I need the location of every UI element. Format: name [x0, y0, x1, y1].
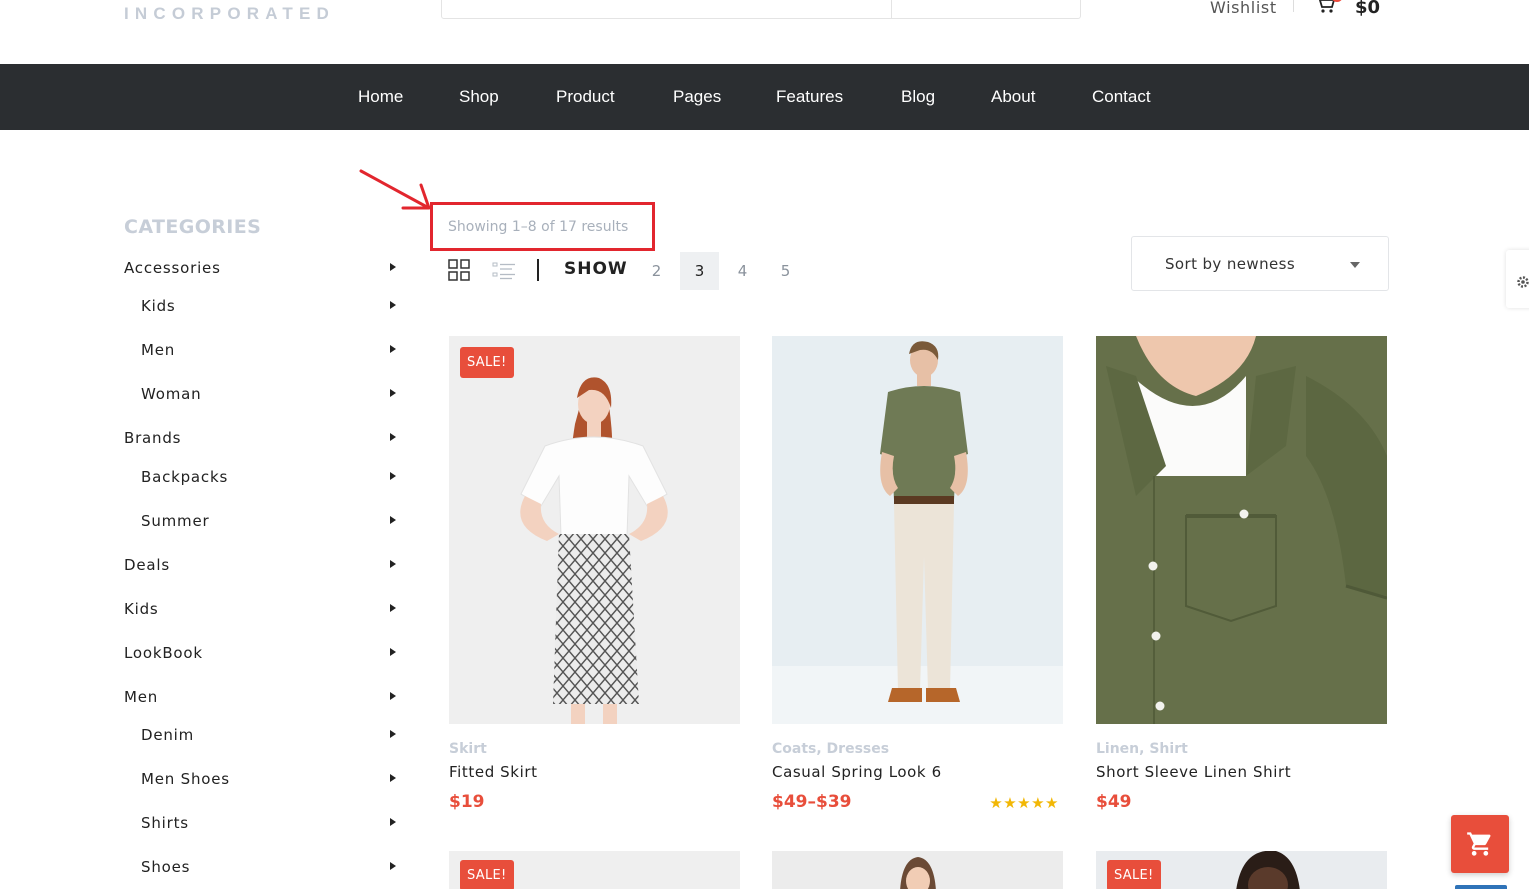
caret-right-icon[interactable]: [390, 560, 396, 568]
rating-stars-icon: ★★★★★: [989, 794, 1059, 812]
caret-right-icon[interactable]: [390, 730, 396, 738]
categories-heading: CATEGORIES: [124, 216, 262, 238]
product-title[interactable]: Fitted Skirt: [449, 763, 538, 781]
caret-right-icon[interactable]: [390, 648, 396, 656]
settings-panel-toggle[interactable]: [1506, 250, 1529, 308]
caret-right-icon[interactable]: [390, 516, 396, 524]
caret-right-icon[interactable]: [390, 389, 396, 397]
annotation-arrow: [359, 169, 431, 210]
product-image[interactable]: [1096, 336, 1387, 724]
product-image[interactable]: [772, 336, 1063, 724]
category-denim[interactable]: Denim: [141, 726, 194, 744]
search-divider: [891, 0, 892, 18]
caret-right-icon[interactable]: [390, 604, 396, 612]
category-woman[interactable]: Woman: [141, 385, 201, 403]
sale-badge: SALE!: [460, 347, 514, 378]
product-photo: [772, 341, 1063, 724]
cart-icon[interactable]: [1314, 0, 1336, 16]
search-bar[interactable]: [441, 0, 1081, 19]
product-image[interactable]: SALE!: [449, 336, 740, 724]
category-accessories[interactable]: Accessories: [124, 259, 221, 277]
category-summer[interactable]: Summer: [141, 512, 209, 530]
nav-shop[interactable]: Shop: [459, 87, 499, 107]
caret-right-icon[interactable]: [390, 818, 396, 826]
product-price: $49–$39: [772, 792, 852, 812]
header-divider: [1293, 0, 1294, 12]
caret-right-icon[interactable]: [390, 774, 396, 782]
product-card[interactable]: SALE!: [1096, 851, 1387, 889]
caret-right-icon[interactable]: [390, 301, 396, 309]
sale-badge: SALE!: [460, 860, 514, 889]
list-view-icon[interactable]: [492, 262, 516, 280]
show-option-5[interactable]: 5: [766, 252, 805, 290]
caret-right-icon[interactable]: [390, 692, 396, 700]
sort-select-value: Sort by newness: [1165, 255, 1296, 273]
grid-view-icon[interactable]: [448, 259, 470, 281]
category-lookbook[interactable]: LookBook: [124, 644, 203, 662]
chevron-down-icon: [1350, 262, 1360, 268]
nav-product[interactable]: Product: [556, 87, 615, 107]
nav-contact[interactable]: Contact: [1092, 87, 1151, 107]
show-option-3[interactable]: 3: [680, 252, 719, 290]
caret-right-icon[interactable]: [390, 263, 396, 271]
caret-right-icon[interactable]: [390, 472, 396, 480]
product-photo: [1096, 336, 1387, 724]
product-category[interactable]: Coats, Dresses: [772, 741, 889, 757]
show-label: SHOW: [564, 259, 628, 279]
chat-widget-edge[interactable]: [1455, 885, 1507, 889]
category-brands[interactable]: Brands: [124, 429, 181, 447]
sale-badge: SALE!: [1107, 860, 1161, 889]
cart-icon: [1467, 832, 1491, 856]
product-title[interactable]: Short Sleeve Linen Shirt: [1096, 763, 1291, 781]
caret-right-icon[interactable]: [390, 345, 396, 353]
product-card[interactable]: [772, 851, 1063, 889]
category-kids[interactable]: Kids: [124, 600, 159, 618]
sort-select[interactable]: Sort by newness: [1131, 236, 1389, 291]
nav-features[interactable]: Features: [776, 87, 843, 107]
category-kids-sub[interactable]: Kids: [141, 297, 176, 315]
cart-total[interactable]: $0: [1355, 0, 1380, 18]
logo-subtitle: INCORPORATED: [124, 4, 336, 23]
product-category[interactable]: Skirt: [449, 741, 487, 757]
wishlist-link[interactable]: Wishlist: [1210, 0, 1277, 17]
show-option-4[interactable]: 4: [723, 252, 762, 290]
category-deals[interactable]: Deals: [124, 556, 170, 574]
caret-right-icon[interactable]: [390, 433, 396, 441]
product-title[interactable]: Casual Spring Look 6: [772, 763, 942, 781]
product-price: $49: [1096, 792, 1132, 812]
category-backpacks[interactable]: Backpacks: [141, 468, 228, 486]
product-price: $19: [449, 792, 485, 812]
caret-right-icon[interactable]: [390, 862, 396, 870]
show-option-2[interactable]: 2: [637, 252, 676, 290]
product-category[interactable]: Linen, Shirt: [1096, 741, 1188, 757]
product-card[interactable]: SALE!: [449, 851, 740, 889]
main-nav: Home Shop Product Pages Features Blog Ab…: [0, 64, 1529, 130]
nav-home[interactable]: Home: [358, 87, 403, 107]
product-photo: [900, 857, 936, 889]
category-men[interactable]: Men: [124, 688, 158, 706]
category-men-sub[interactable]: Men: [141, 341, 175, 359]
product-photo: [520, 377, 668, 724]
category-shirts[interactable]: Shirts: [141, 814, 189, 832]
category-shoes[interactable]: Shoes: [141, 858, 190, 876]
gear-icon: [1517, 276, 1529, 288]
toolbar-divider: [537, 259, 539, 281]
nav-about[interactable]: About: [991, 87, 1035, 107]
results-count: Showing 1–8 of 17 results: [448, 219, 629, 235]
nav-blog[interactable]: Blog: [901, 87, 935, 107]
floating-cart-button[interactable]: [1451, 815, 1509, 873]
nav-pages[interactable]: Pages: [673, 87, 721, 107]
category-men-shoes[interactable]: Men Shoes: [141, 770, 230, 788]
